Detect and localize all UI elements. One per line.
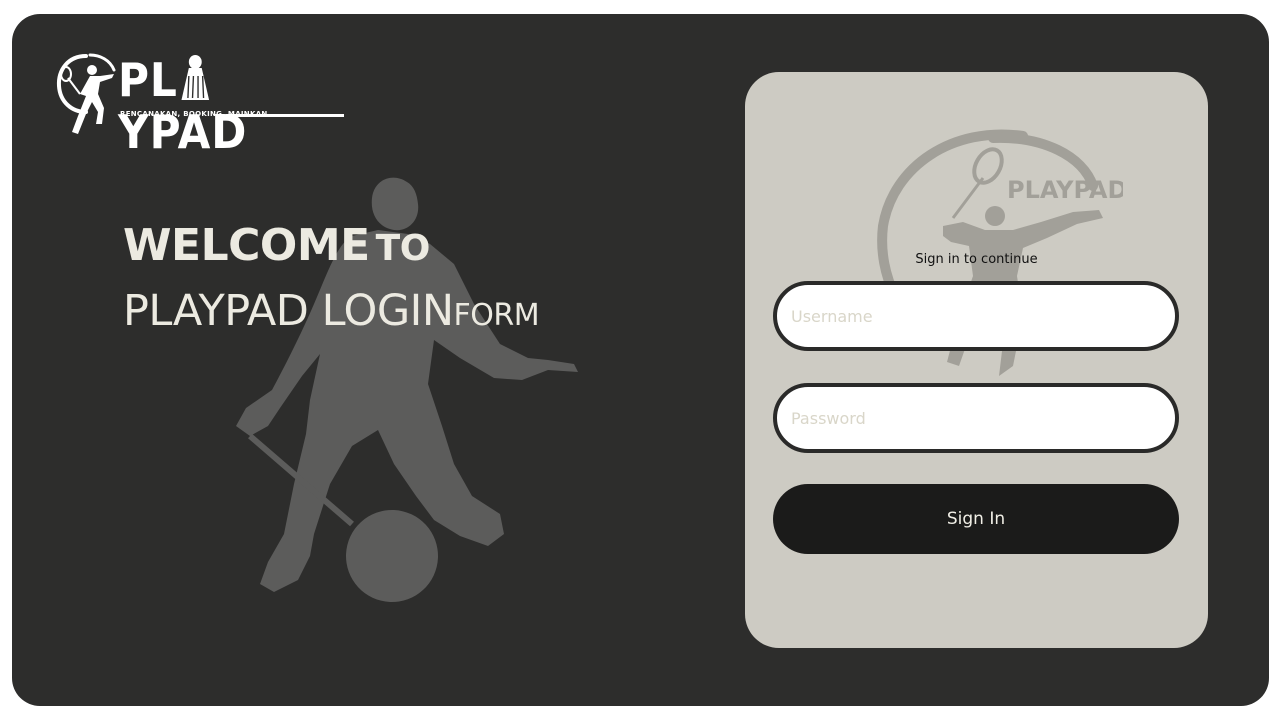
sign-in-button[interactable]: Sign In: [773, 484, 1179, 554]
brand-name-prefix: PL: [118, 53, 178, 107]
sign-in-subtitle: Sign in to continue: [915, 252, 1038, 267]
welcome-app-name: PLAYPAD LOGIN: [123, 286, 454, 336]
watermark-text: PLAYPAD: [1007, 176, 1123, 204]
login-card: PLAYPAD Sign in to continue Sign In: [745, 72, 1208, 648]
badminton-player-icon: [56, 53, 116, 134]
tagline-underline: [226, 114, 344, 117]
welcome-form-word: FORM: [453, 298, 540, 333]
welcome-to-word: TO: [375, 228, 431, 269]
brand-name: PL YPAD: [118, 54, 337, 158]
welcome-word: WELCOME: [123, 220, 370, 271]
login-page: PL YPAD RENCANAKAN, BOOKING, MAINKAN WEL…: [12, 14, 1269, 706]
welcome-heading: WELCOME TO: [123, 220, 430, 271]
brand-logo: PL YPAD RENCANAKAN, BOOKING, MAINKAN: [56, 52, 356, 158]
welcome-subheading: PLAYPAD LOGINFORM: [123, 286, 540, 336]
shuttlecock-icon: [181, 55, 210, 100]
password-input[interactable]: [773, 383, 1179, 453]
username-input[interactable]: [773, 281, 1179, 351]
